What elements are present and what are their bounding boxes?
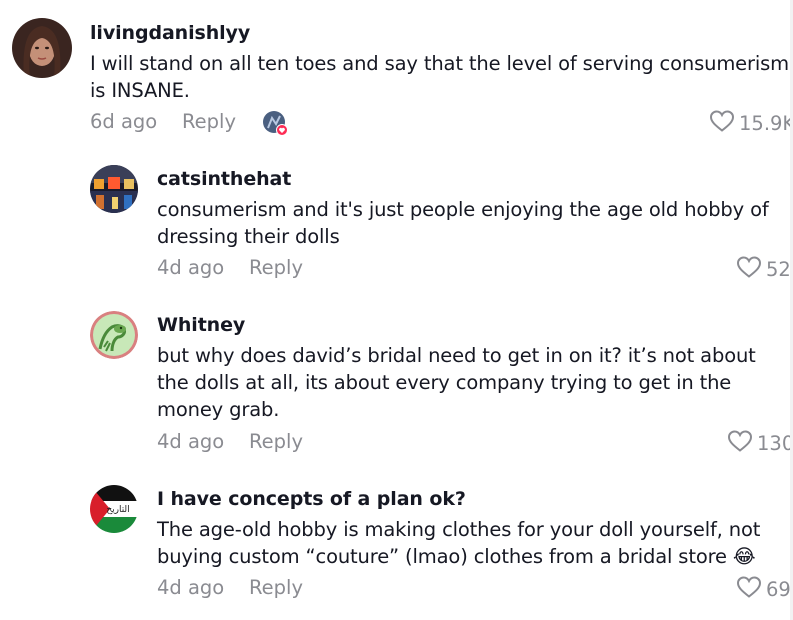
reply-button[interactable]: Reply	[249, 576, 303, 599]
comment-username[interactable]: I have concepts of a plan ok?	[157, 488, 466, 510]
like-count: 15.9K	[739, 112, 793, 135]
comment-text-line: money grab.	[157, 398, 280, 421]
comment-text-line: consumerism and it's just people enjoyin…	[157, 198, 769, 221]
comment-text-line: dressing their dolls	[157, 225, 340, 248]
like-button[interactable]: 130	[727, 429, 793, 458]
like-button[interactable]: 52	[736, 255, 791, 284]
heart-outline-icon	[709, 109, 735, 138]
comment-text: I will stand on all ten toes and say tha…	[90, 50, 793, 104]
like-button[interactable]: 69	[736, 575, 791, 604]
comment-text: The age-old hobby is making clothes for …	[157, 516, 787, 570]
avatar[interactable]	[90, 311, 138, 359]
comment-timestamp: 4d ago	[157, 576, 225, 599]
comment-text-line: but why does david’s bridal need to get …	[157, 344, 756, 367]
comment-text-line: The age-old hobby is making clothes for …	[157, 518, 761, 541]
comment-timestamp: 4d ago	[157, 256, 225, 279]
avatar[interactable]: التاريخ	[90, 485, 138, 533]
comment-username[interactable]: Whitney	[157, 314, 245, 336]
comment-text-line: I will stand on all ten toes and say tha…	[90, 52, 790, 75]
creator-liked-icon	[262, 110, 288, 136]
comment-timestamp: 4d ago	[157, 430, 225, 453]
comment-timestamp: 6d ago	[90, 110, 158, 133]
like-count: 69	[766, 578, 791, 601]
reply-button[interactable]: Reply	[249, 430, 303, 453]
comment-username[interactable]: livingdanishlyy	[90, 22, 250, 44]
avatar-text: التاريخ	[106, 505, 129, 515]
avatar[interactable]	[90, 165, 138, 213]
comment-text-line: the dolls at all, its about every compan…	[157, 371, 732, 394]
heart-outline-icon	[736, 255, 762, 284]
comment-text-line: buying custom “couture” (lmao) clothes f…	[157, 545, 756, 568]
comment-text: but why does david’s bridal need to get …	[157, 342, 787, 423]
reply-button[interactable]: Reply	[182, 110, 236, 133]
comment-text: consumerism and it's just people enjoyin…	[157, 196, 787, 250]
comment-username[interactable]: catsinthehat	[157, 168, 291, 190]
reply-button[interactable]: Reply	[249, 256, 303, 279]
heart-outline-icon	[727, 429, 753, 458]
like-count: 52	[766, 258, 791, 281]
avatar[interactable]	[12, 18, 72, 78]
heart-outline-icon	[736, 575, 762, 604]
like-button[interactable]: 15.9K	[709, 109, 793, 138]
comment-text-line: is INSANE.	[90, 79, 190, 102]
like-count: 130	[757, 432, 793, 455]
